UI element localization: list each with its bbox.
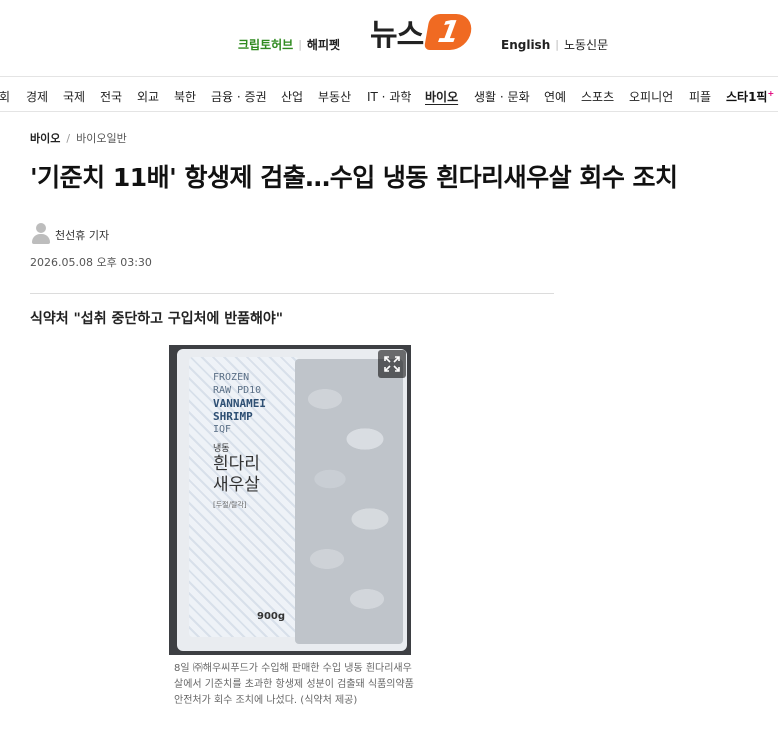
nav-item-real-estate[interactable]: 부동산 [318,88,351,105]
nav-item-sports[interactable]: 스포츠 [581,88,614,105]
main-nav: 회 경제 국제 전국 외교 북한 금융 · 증권 산업 부동산 IT · 과학 … [0,76,778,112]
nav-item-it-science[interactable]: IT · 과학 [367,88,411,105]
logo-badge: 1 [424,14,475,50]
reporter-name[interactable]: 천선휴 기자 [55,227,109,243]
package-en-line: RAW PD10 [213,385,262,396]
nav-item-economy[interactable]: 경제 [26,88,48,105]
package-en-line: IQF [213,424,232,435]
logo-text: 뉴스 [370,18,424,53]
breadcrumb: 바이오 / 바이오일반 [30,130,127,146]
expand-arrows-icon [384,356,400,372]
expand-icon[interactable] [378,350,406,378]
package-en-line: FROZEN [213,372,250,383]
package-en-line: VANNAMEI [213,397,266,410]
article-headline: '기준치 11배' 항생제 검출…수입 냉동 흰다리새우살 회수 조치 [30,163,678,192]
nav-item-industry[interactable]: 산업 [281,88,303,105]
crypto-hub-link[interactable]: 크립토허브 [238,36,293,53]
nav-item-north-korea[interactable]: 북한 [174,88,196,105]
package-ko-big: 흰다리 [213,454,260,474]
avatar-head [36,223,46,233]
nav-item-people[interactable]: 피플 [689,88,711,105]
package-ko-small: 냉동 [213,444,230,454]
package-korean-label: 냉동 흰다리 새우살 [두절/탈각] [213,441,293,510]
package-english-label: FROZEN RAW PD10 VANNAMEI SHRIMP IQF [213,371,293,436]
breadcrumb-section[interactable]: 바이오 [30,130,60,146]
nav-item-entertainment[interactable]: 연예 [544,88,566,105]
site-header: 크립토허브 | 해피펫 뉴스 1 English | 노동신문 [0,0,778,76]
star-pick-mark: + [767,89,775,98]
header-left-links: 크립토허브 | 해피펫 [238,36,340,53]
package-ko-tiny: [두절/탈각] [213,501,247,509]
article-subtitle: 식약처 "섭취 중단하고 구입처에 반품해야" [30,311,284,327]
breadcrumb-subsection[interactable]: 바이오일반 [76,130,127,146]
nk-newspaper-link[interactable]: 노동신문 [564,36,608,53]
reporter-avatar-icon [32,222,50,244]
breadcrumb-separator: / [66,131,71,145]
nav-item-opinion[interactable]: 오피니언 [629,88,673,105]
nav-item-diplomacy[interactable]: 외교 [137,88,159,105]
shrimp-contents [295,359,403,644]
shrimp-package: FROZEN RAW PD10 VANNAMEI SHRIMP IQF 냉동 흰… [177,349,407,651]
nav-item-finance[interactable]: 금융 · 증권 [211,88,267,105]
header-divider: | [298,38,302,51]
english-link[interactable]: English [501,38,550,52]
photo-caption: 8일 ㈜해우씨푸드가 수입해 판매한 수입 냉동 흰다리새우살에서 기준치를 초… [174,663,414,706]
happypet-link[interactable]: 해피펫 [307,36,340,53]
article-datetime: 2026.05.08 오후 03:30 [30,256,152,269]
header-divider: | [555,38,559,51]
package-weight: 900g [257,611,286,622]
avatar-body [32,234,50,244]
nav-item-bio[interactable]: 바이오 [425,88,458,105]
nav-item-national[interactable]: 전국 [100,88,122,105]
nav-item-star-pick[interactable]: 스타1픽+ [726,88,774,105]
site-logo[interactable]: 뉴스 1 [370,10,475,54]
divider [30,293,554,294]
nav-item-life-culture[interactable]: 생활 · 문화 [474,88,530,105]
star-pick-label: 스타1픽 [726,90,768,104]
header-right-links: English | 노동신문 [501,36,608,53]
article-photo[interactable]: FROZEN RAW PD10 VANNAMEI SHRIMP IQF 냉동 흰… [169,345,411,655]
package-en-line: SHRIMP [213,410,253,423]
nav-item-world[interactable]: 국제 [63,88,85,105]
nav-item-society[interactable]: 회 [0,88,10,105]
package-ko-big: 새우살 [213,475,260,495]
